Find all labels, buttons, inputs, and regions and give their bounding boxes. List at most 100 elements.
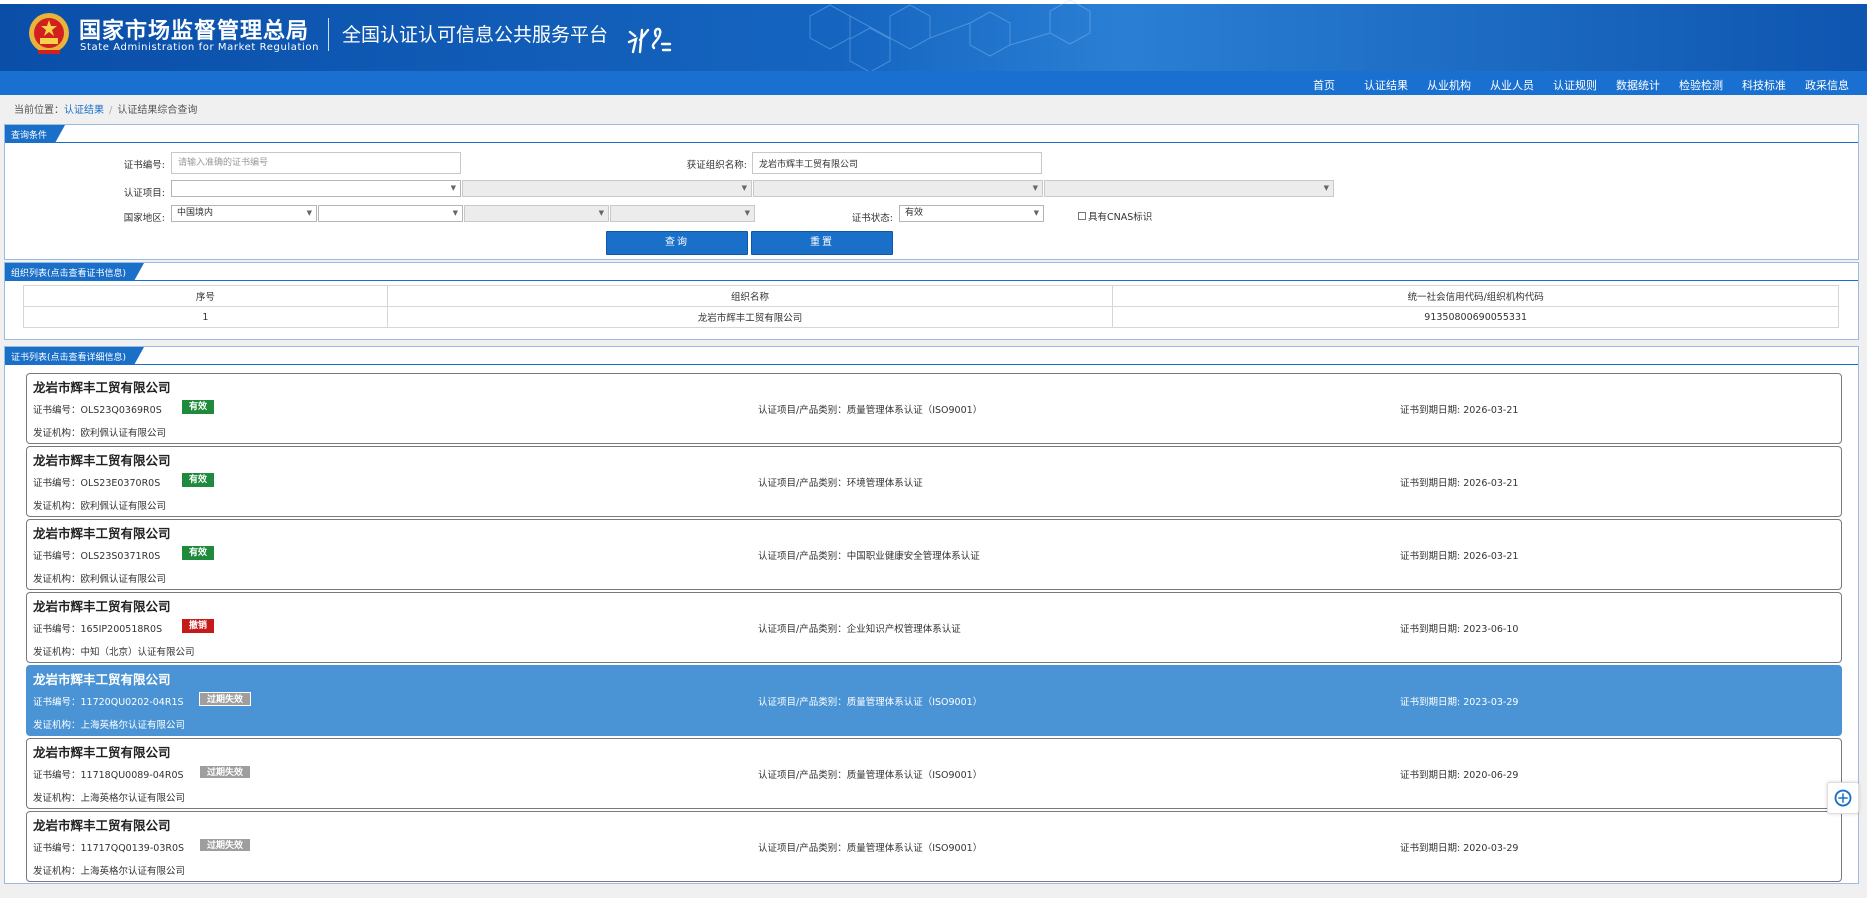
cert-org-name: 龙岩市辉丰工贸有限公司	[33, 453, 171, 468]
region-select-3[interactable]: ▼	[464, 205, 609, 222]
cert-no-input[interactable]	[171, 152, 461, 174]
cert-number: 证书编号：11718QU0089-04R0S	[33, 770, 184, 781]
cert-card[interactable]: 龙岩市辉丰工贸有限公司 证书编号：11720QU0202-04R1S 过期失效 认证项…	[26, 665, 1842, 736]
cert-expiry: 证书到期日期: 2020-06-29	[1400, 770, 1519, 781]
cert-org-name: 龙岩市辉丰工贸有限公司	[33, 599, 171, 614]
panel-title-line	[5, 364, 1858, 365]
status-label: 证书状态:	[851, 213, 893, 224]
nav-practitioners[interactable]: 从业人员	[1490, 77, 1534, 93]
cert-project: 认证项目/产品类别：质量管理体系认证（ISO9001）	[758, 770, 983, 781]
chevron-down-icon: ▼	[744, 209, 750, 217]
cert-expiry: 证书到期日期: 2026-03-21	[1400, 551, 1519, 562]
project-select-1[interactable]: ▼	[171, 180, 461, 197]
breadcrumb-current: 认证结果综合查询	[117, 105, 198, 116]
panel-title-line	[5, 280, 1858, 281]
status-select[interactable]: 有效 ▼	[899, 205, 1044, 222]
row-index: 1	[23, 306, 388, 328]
chevron-down-icon: ▼	[306, 209, 312, 217]
cert-org-name: 龙岩市辉丰工贸有限公司	[33, 818, 171, 833]
cert-number: 证书编号：OLS23Q0369R0S	[33, 405, 162, 416]
status-badge: 有效	[182, 546, 215, 560]
reset-button[interactable]: 重置	[751, 231, 893, 255]
checkbox-icon[interactable]	[1078, 212, 1086, 220]
status-badge: 过期失效	[199, 692, 252, 706]
cert-issuer: 发证机构：上海英格尔认证有限公司	[33, 793, 186, 804]
cert-org-name: 龙岩市辉丰工贸有限公司	[33, 672, 171, 687]
cert-org-name: 龙岩市辉丰工贸有限公司	[33, 526, 171, 541]
chevron-down-icon: ▼	[1032, 184, 1038, 192]
platform-title: 全国认证认可信息公共服务平台	[342, 24, 609, 46]
cert-project: 认证项目/产品类别：质量管理体系认证（ISO9001）	[758, 697, 983, 708]
chevron-down-icon: ▼	[1323, 184, 1329, 192]
cert-project: 认证项目/产品类别：质量管理体系认证（ISO9001）	[758, 405, 983, 416]
cert-card[interactable]: 龙岩市辉丰工贸有限公司 证书编号：OLS23S0371R0S 有效 认证项目/产品类别…	[26, 519, 1842, 590]
region-value: 中国境内	[177, 208, 214, 218]
nav-institutions[interactable]: 从业机构	[1427, 77, 1471, 93]
chevron-down-icon: ▼	[1033, 209, 1039, 217]
region-select-2[interactable]: ▼	[318, 205, 463, 222]
cert-org-name: 龙岩市辉丰工贸有限公司	[33, 380, 171, 395]
cert-number: 证书编号：OLS23E0370R0S	[33, 478, 161, 489]
org-name-label: 获证组织名称:	[686, 160, 747, 171]
chevron-down-icon: ▼	[598, 209, 604, 217]
cert-expiry: 证书到期日期: 2023-06-10	[1400, 624, 1519, 635]
nav-procurement[interactable]: 政采信息	[1805, 77, 1849, 93]
cert-issuer: 发证机构：欧利佩认证有限公司	[33, 574, 167, 585]
status-value: 有效	[905, 208, 924, 218]
cert-expiry: 证书到期日期: 2026-03-21	[1400, 478, 1519, 489]
table-row[interactable]: 1 龙岩市辉丰工贸有限公司 91350800690055331	[23, 306, 1839, 328]
nav-cert-rules[interactable]: 认证规则	[1553, 77, 1597, 93]
nav-cert-results[interactable]: 认证结果	[1364, 77, 1408, 93]
cert-card[interactable]: 龙岩市辉丰工贸有限公司 证书编号：OLS23E0370R0S 有效 认证项目/产品类别…	[26, 446, 1842, 517]
site-header: 国家市场监督管理总局 State Administration for Mark…	[0, 0, 1867, 71]
org-name-input[interactable]	[752, 152, 1042, 174]
cert-number: 证书编号：165IP200518R0S	[33, 624, 163, 635]
region-select-1[interactable]: 中国境内 ▼	[171, 205, 317, 222]
header-divider	[328, 18, 329, 51]
float-service-icon[interactable]	[1827, 782, 1859, 814]
nav-inspection[interactable]: 检验检测	[1679, 77, 1723, 93]
nav-statistics[interactable]: 数据统计	[1616, 77, 1660, 93]
row-org-name[interactable]: 龙岩市辉丰工贸有限公司	[386, 306, 1114, 328]
hexagon-decoration	[809, 0, 1091, 71]
chevron-down-icon: ▼	[450, 184, 456, 192]
nav-tech-standards[interactable]: 科技标准	[1742, 77, 1786, 93]
cert-expiry: 证书到期日期: 2026-03-21	[1400, 405, 1519, 416]
project-select-2[interactable]: ▼	[462, 180, 752, 197]
cert-card[interactable]: 龙岩市辉丰工贸有限公司证书编号：11718QU0089-04R0S 过期失效 认证项…	[26, 738, 1842, 809]
cert-issuer: 发证机构：上海英格尔认证有限公司	[33, 866, 186, 877]
cert-expiry: 证书到期日期: 2023-03-29	[1400, 697, 1519, 708]
nav-home[interactable]: 首页	[1313, 77, 1335, 93]
project-select-3[interactable]: ▼	[753, 180, 1043, 197]
breadcrumb-prefix: 当前位置：	[14, 105, 64, 116]
cert-card[interactable]: 龙岩市辉丰工贸有限公司 证书编号：11717QQ0139-03R0S 过期失效 认证项…	[26, 811, 1842, 882]
cert-card[interactable]: 龙岩市辉丰工贸有限公司证书编号：165IP200518R0S 撤销 认证项目/产品类…	[26, 592, 1842, 663]
search-button[interactable]: 查询	[606, 231, 748, 255]
status-badge: 撤销	[182, 619, 215, 633]
project-select-4[interactable]: ▼	[1044, 180, 1334, 197]
cnas-checkbox[interactable]: 具有CNAS标识	[1078, 209, 1152, 223]
cert-list-panel: 证书列表(点击查看详细信息) 龙岩市辉丰工贸有限公司 证书编号：OLS23Q036…	[4, 346, 1859, 884]
region-label: 国家地区:	[123, 213, 165, 224]
main-nav: 首页 认证结果 从业机构 从业人员 认证规则 数据统计 检验检测 科技标准 政采…	[0, 71, 1867, 95]
cert-org-name: 龙岩市辉丰工贸有限公司	[33, 745, 171, 760]
org-table: 序号 组织名称 统一社会信用代码/组织机构代码 1 龙岩市辉丰工贸有限公司 91…	[23, 285, 1839, 328]
cert-card[interactable]: 龙岩市辉丰工贸有限公司 证书编号：OLS23Q0369R0S 有效 认证项目/产品类别…	[26, 373, 1842, 444]
agency-name-cn: 国家市场监督管理总局	[79, 19, 310, 44]
col-header-credit-code: 统一社会信用代码/组织机构代码	[1112, 285, 1839, 307]
region-select-4[interactable]: ▼	[610, 205, 755, 222]
cert-issuer: 发证机构：中知（北京）认证有限公司	[33, 647, 195, 658]
cert-project: 认证项目/产品类别：企业知识产权管理体系认证	[758, 624, 961, 635]
org-list-panel: 组织列表(点击查看证书信息) 序号 组织名称 统一社会信用代码/组织机构代码 1…	[4, 262, 1859, 340]
cnas-label: 具有CNAS标识	[1088, 212, 1153, 223]
agency-name-en: State Administration for Market Regulati…	[80, 42, 320, 53]
status-badge: 过期失效	[199, 765, 252, 779]
cert-project: 认证项目/产品类别：质量管理体系认证（ISO9001）	[758, 843, 983, 854]
chevron-down-icon: ▼	[452, 209, 458, 217]
breadcrumb-link[interactable]: 认证结果	[64, 105, 104, 116]
query-panel: 查询条件 证书编号: 获证组织名称: 认证项目: ▼ ▼ ▼ ▼ 国家地区: 中…	[4, 124, 1859, 260]
panel-title-line	[5, 142, 1858, 143]
col-header-org-name: 组织名称	[386, 285, 1114, 307]
chevron-down-icon: ▼	[741, 184, 747, 192]
national-emblem-icon	[29, 13, 69, 54]
